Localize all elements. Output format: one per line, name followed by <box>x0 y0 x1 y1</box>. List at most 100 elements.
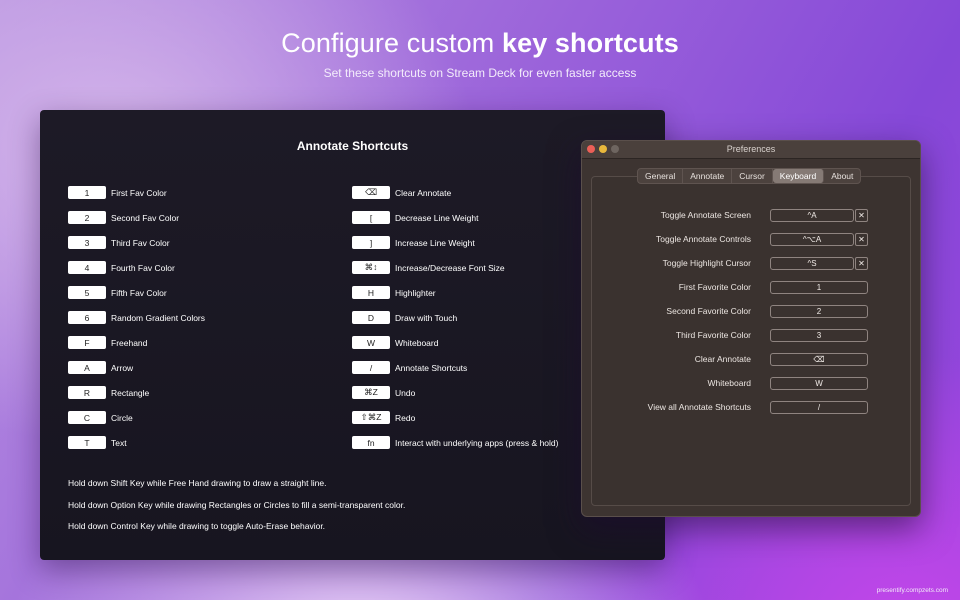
shortcut-label: Redo <box>395 412 416 423</box>
shortcut-label: Rectangle <box>111 387 150 398</box>
shortcut-key: W <box>352 336 390 349</box>
clear-shortcut-icon[interactable]: ✕ <box>855 209 868 222</box>
shortcut-label: Second Fav Color <box>111 212 180 223</box>
shortcut-key: A <box>68 361 106 374</box>
shortcut-recorder-field[interactable]: ^A <box>770 209 854 222</box>
shortcut-label: Third Fav Color <box>111 237 170 248</box>
shortcut-notes: Hold down Shift Key while Free Hand draw… <box>68 478 405 543</box>
shortcut-row: 3 Third Fav Color <box>68 230 205 255</box>
shortcuts-left-column: 1 First Fav Color 2 Second Fav Color 3 Third … <box>68 180 205 455</box>
shortcuts-right-column: ⌫ Clear Annotate [ Decrease Line Weight] Inc… <box>352 180 558 455</box>
shortcut-row: 4 Fourth Fav Color <box>68 255 205 280</box>
clear-shortcut-icon[interactable]: ✕ <box>855 257 868 270</box>
shortcut-row: 1 First Fav Color <box>68 180 205 205</box>
shortcut-label: Random Gradient Colors <box>111 312 206 323</box>
shortcut-key: 5 <box>68 286 106 299</box>
tab-cursor[interactable]: Cursor <box>732 169 773 183</box>
headline: Configure custom key shortcuts Set these… <box>0 28 960 80</box>
shortcut-row: R Rectangle <box>68 380 205 405</box>
shortcut-key: 1 <box>68 186 106 199</box>
shortcut-key: ⌘↕ <box>352 261 390 274</box>
shortcut-label: Highlighter <box>395 287 436 298</box>
shortcut-row: ⌘Z Undo <box>352 380 558 405</box>
shortcut-recorder-field[interactable]: / <box>770 401 868 414</box>
shortcut-setting-row: First Favorite Color 1 <box>582 281 920 295</box>
setting-label: View all Annotate Shortcuts <box>647 402 751 412</box>
annotate-shortcuts-panel: Annotate Shortcuts 1 First Fav Color 2 Seco… <box>40 110 665 560</box>
panel-title: Annotate Shortcuts <box>296 139 409 153</box>
shortcut-row: W Whiteboard <box>352 330 558 355</box>
shortcut-label: Fourth Fav Color <box>111 262 175 273</box>
tab-general[interactable]: General <box>638 169 684 183</box>
headline-subtitle: Set these shortcuts on Stream Deck for e… <box>323 66 637 80</box>
shortcut-label: Undo <box>395 387 416 398</box>
shortcut-label: Annotate Shortcuts <box>395 362 468 373</box>
shortcut-key: 2 <box>68 211 106 224</box>
shortcut-recorder-field[interactable]: ^⌥A <box>770 233 854 246</box>
shortcut-key: [ <box>352 211 390 224</box>
shortcut-row: A Arrow <box>68 355 205 380</box>
shortcut-setting-row: Clear Annotate ⌫ <box>582 353 920 367</box>
shortcut-label: Increase Line Weight <box>395 237 475 248</box>
setting-label: Second Favorite Color <box>666 306 751 316</box>
shortcut-key: F <box>68 336 106 349</box>
shortcut-key: H <box>352 286 390 299</box>
shortcut-recorder-field[interactable]: W <box>770 377 868 390</box>
setting-label: Toggle Annotate Controls <box>656 234 751 244</box>
headline-title: Configure custom key shortcuts <box>281 28 679 58</box>
shortcut-label: First Fav Color <box>111 187 167 198</box>
shortcut-setting-row: Third Favorite Color 3 <box>582 329 920 343</box>
shortcut-note: Hold down Option Key while drawing Recta… <box>68 499 406 510</box>
shortcut-row: / Annotate Shortcuts <box>352 355 558 380</box>
shortcut-label: Decrease Line Weight <box>395 212 479 223</box>
shortcut-setting-row: Toggle Annotate Controls ^⌥A ✕ <box>582 233 920 247</box>
setting-label: Toggle Highlight Cursor <box>662 258 751 268</box>
shortcut-row: [ Decrease Line Weight <box>352 205 558 230</box>
shortcut-row: T Text <box>68 430 205 455</box>
shortcut-label: Freehand <box>111 337 148 348</box>
window-titlebar[interactable]: Preferences <box>582 141 920 159</box>
shortcut-row: ⌫ Clear Annotate <box>352 180 558 205</box>
setting-label: First Favorite Color <box>678 282 751 292</box>
shortcut-row: D Draw with Touch <box>352 305 558 330</box>
shortcut-row: ⇧⌘Z Redo <box>352 405 558 430</box>
shortcut-note: Hold down Shift Key while Free Hand draw… <box>68 478 327 488</box>
shortcut-row: 6 Random Gradient Colors <box>68 305 205 330</box>
shortcut-label: Interact with underlying apps (press & h… <box>395 437 559 448</box>
tab-about[interactable]: About <box>824 169 860 183</box>
shortcut-label: Circle <box>111 412 133 423</box>
shortcut-label: Arrow <box>111 362 134 373</box>
tab-annotate[interactable]: Annotate <box>683 169 733 183</box>
shortcut-key: T <box>68 436 106 449</box>
setting-label: Clear Annotate <box>694 354 751 364</box>
shortcut-row: F Freehand <box>68 330 205 355</box>
shortcut-key: 3 <box>68 236 106 249</box>
shortcut-key: ⌘Z <box>352 386 390 399</box>
shortcut-setting-row: Whiteboard W <box>582 377 920 391</box>
shortcut-key: ⌫ <box>352 186 390 199</box>
clear-shortcut-icon[interactable]: ✕ <box>855 233 868 246</box>
setting-label: Third Favorite Color <box>675 330 751 340</box>
shortcut-setting-row: Second Favorite Color 2 <box>582 305 920 319</box>
shortcut-label: Draw with Touch <box>395 312 458 323</box>
shortcut-setting-row: View all Annotate Shortcuts / <box>582 401 920 415</box>
shortcut-key: / <box>352 361 390 374</box>
shortcut-key: C <box>68 411 106 424</box>
shortcut-recorder-field[interactable]: ⌫ <box>770 353 868 366</box>
shortcut-note: Hold down Control Key while drawing to t… <box>68 521 326 531</box>
shortcut-row: 5 Fifth Fav Color <box>68 280 205 305</box>
setting-label: Whiteboard <box>707 378 751 388</box>
tab-keyboard[interactable]: Keyboard <box>772 169 825 183</box>
shortcut-row: ] Increase Line Weight <box>352 230 558 255</box>
shortcut-recorder-field[interactable]: ^S <box>770 257 854 270</box>
shortcut-recorder-field[interactable]: 3 <box>770 329 868 342</box>
shortcut-recorder-field[interactable]: 1 <box>770 281 868 294</box>
preferences-tabs: General Annotate Cursor Keyboard About <box>637 168 862 184</box>
setting-label: Toggle Annotate Screen <box>660 210 751 220</box>
shortcut-key: 4 <box>68 261 106 274</box>
shortcut-recorder-field[interactable]: 2 <box>770 305 868 318</box>
shortcut-setting-row: Toggle Highlight Cursor ^S ✕ <box>582 257 920 271</box>
shortcut-label: Whiteboard <box>395 337 439 348</box>
shortcut-row: fn Interact with underlying apps (press &… <box>352 430 558 455</box>
shortcut-key: ] <box>352 236 390 249</box>
